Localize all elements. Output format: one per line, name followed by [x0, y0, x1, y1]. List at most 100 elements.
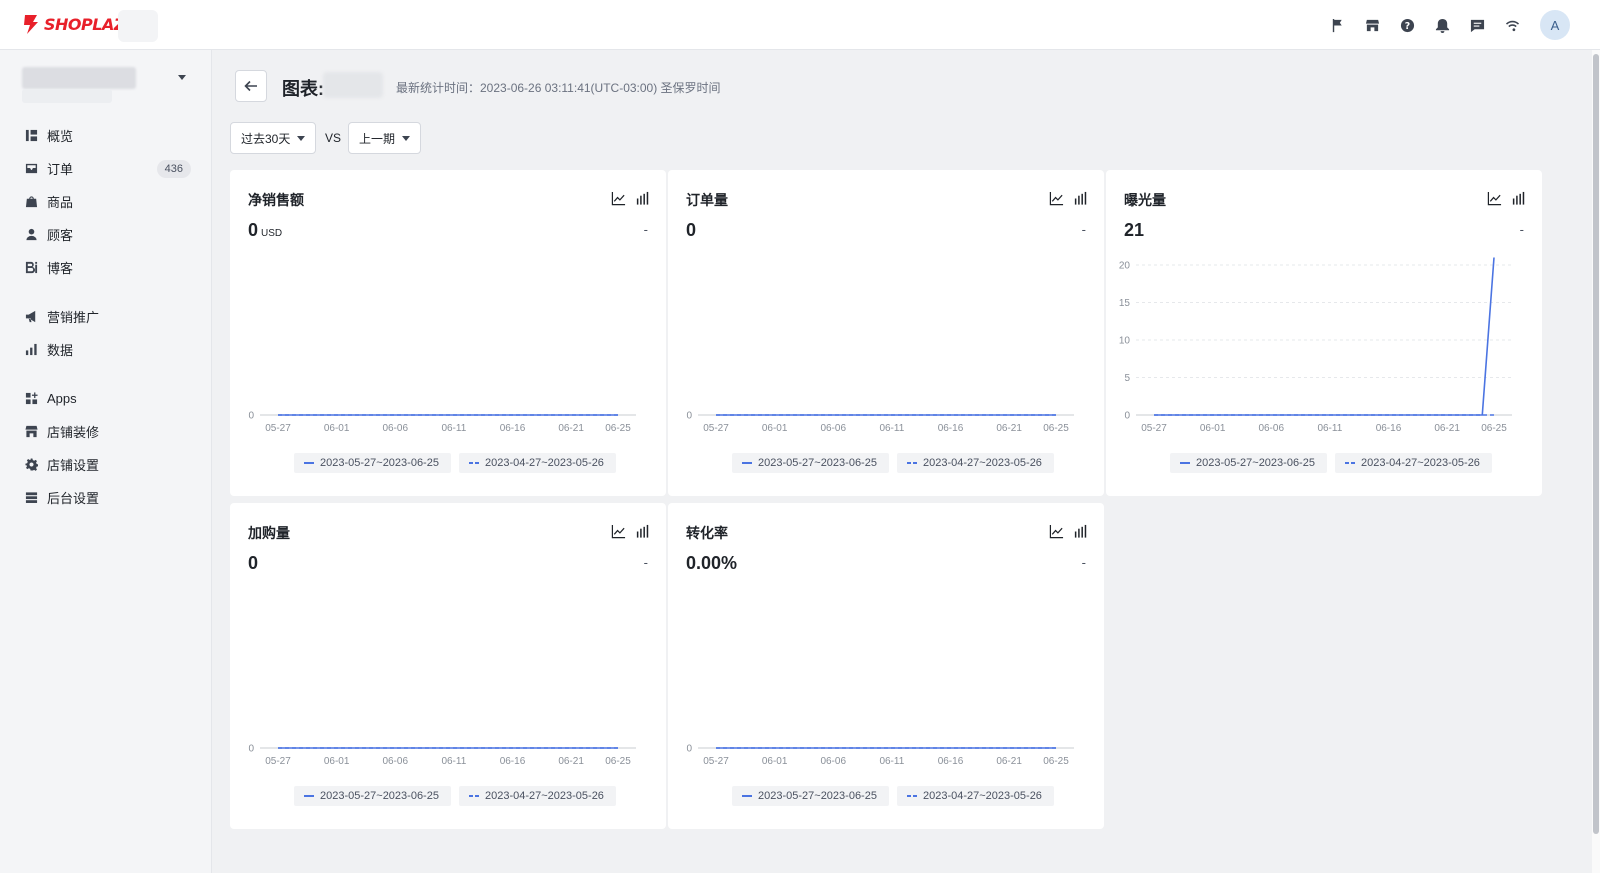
chart-title: 净销售额 [248, 192, 304, 208]
sidebar-item-customers[interactable]: 顾客 [0, 218, 212, 251]
legend-item-previous[interactable]: 2023-04-27~2023-05-26 [458, 453, 616, 473]
line-chart: 0 5 10 15 20 05-27 06-01 06-06 06-11 06-16 06-21 06… [1119, 257, 1512, 434]
x-tick-label: 06-06 [1258, 423, 1284, 434]
sidebar-item-orders[interactable]: 订单 436 [0, 152, 212, 185]
x-tick-label: 06-11 [879, 756, 904, 767]
legend-label: 2023-05-27~2023-06-25 [320, 790, 439, 802]
x-tick-label: 06-01 [762, 423, 788, 434]
legend-item-previous[interactable]: 2023-04-27~2023-05-26 [1334, 453, 1492, 473]
x-tick-label: 06-01 [324, 423, 350, 434]
x-tick-label: 06-06 [820, 423, 846, 434]
line-chart-icon[interactable] [1048, 523, 1064, 539]
line-chart-icon[interactable] [610, 523, 626, 539]
sidebar-item-products[interactable]: 商品 [0, 185, 212, 218]
sidebar-item-admin-settings[interactable]: 后台设置 [0, 481, 212, 514]
legend-solid-swatch [742, 462, 752, 464]
store-selector[interactable] [22, 67, 192, 107]
wifi-icon[interactable] [1495, 9, 1530, 41]
bar-chart-icon[interactable] [1072, 523, 1088, 539]
sidebar-item-overview[interactable]: 概览 [0, 119, 212, 152]
avatar[interactable]: A [1540, 10, 1570, 40]
sidebar-item-settings[interactable]: 店铺设置 [0, 448, 212, 481]
bar-chart-icon[interactable] [634, 523, 650, 539]
sidebar-item-label: 营销推广 [47, 310, 100, 325]
chart-card-conversion-rate: 转化率 0.00% - 0 05-27 06-01 06-06 06-11 06-16 06-21… [668, 503, 1104, 829]
y-tick-label: 0 [1124, 411, 1130, 422]
legend-label: 2023-04-27~2023-05-26 [922, 790, 1042, 802]
x-tick-label: 06-25 [1043, 756, 1069, 767]
legend-solid-swatch [304, 462, 314, 464]
x-tick-label: 06-21 [996, 756, 1022, 767]
legend-dashed-swatch [468, 795, 479, 797]
sidebar-item-apps[interactable]: Apps [0, 382, 212, 415]
bar-chart-icon[interactable] [1072, 190, 1088, 206]
back-button[interactable] [235, 70, 267, 102]
flag-icon[interactable] [1320, 9, 1355, 41]
metric-number: 21 [1124, 220, 1145, 240]
settings-icon [24, 458, 38, 472]
bar-chart-icon[interactable] [1510, 190, 1526, 206]
series-line-current[interactable] [1154, 257, 1495, 416]
chart-type-toggle [610, 190, 650, 206]
x-tick-label: 06-01 [762, 756, 788, 767]
overview-icon [24, 129, 38, 143]
x-tick-label: 06-01 [324, 756, 350, 767]
sidebar-item-label: Apps [47, 391, 77, 406]
help-icon[interactable]: ? [1390, 9, 1425, 41]
x-tick-label: 06-21 [558, 423, 584, 434]
compare-period-select[interactable]: 上一期 [348, 122, 422, 154]
legend-item-current[interactable]: 2023-05-27~2023-06-25 [294, 453, 451, 473]
redacted-area [118, 10, 158, 42]
sidebar-item-label: 博客 [47, 261, 74, 276]
legend-item-current[interactable]: 2023-05-27~2023-06-25 [732, 786, 889, 806]
top-icons: ? A [1320, 9, 1570, 41]
sidebar-item-analytics[interactable]: 数据 [0, 333, 212, 366]
sidebar-nav: 概览 订单 436 商品 顾客 博客 营销推广 数据 Apps 店铺装修 店铺设… [0, 119, 212, 514]
admin-settings-icon [24, 491, 38, 505]
legend-item-current[interactable]: 2023-05-27~2023-06-25 [732, 453, 889, 473]
sidebar-item-blog[interactable]: 博客 [0, 251, 212, 284]
orders-count-badge: 436 [156, 160, 191, 178]
legend-item-previous[interactable]: 2023-04-27~2023-05-26 [896, 786, 1054, 806]
chart-title: 订单量 [686, 192, 728, 208]
line-chart-icon[interactable] [1048, 190, 1064, 206]
x-tick-label: 06-25 [1481, 423, 1507, 434]
scrollbar-thumb[interactable] [1593, 54, 1599, 834]
y-tick-label: 0 [248, 411, 254, 422]
legend-item-current[interactable]: 2023-05-27~2023-06-25 [1170, 453, 1327, 473]
metric-number: 0 [686, 220, 697, 240]
legend-item-previous[interactable]: 2023-04-27~2023-05-26 [458, 786, 616, 806]
storefront-icon [24, 425, 38, 439]
chart-card-impressions: 曝光量 21-0 5 10 15 20 05-27 06-01 06-06 06-11 06-16 0… [1106, 170, 1542, 496]
y-tick-label: 0 [686, 744, 692, 755]
sidebar-item-marketing[interactable]: 营销推广 [0, 300, 212, 333]
line-chart-icon[interactable] [610, 190, 626, 206]
store-icon[interactable] [1355, 9, 1390, 41]
metric-value: 0 [686, 220, 696, 241]
chart-card-add-to-cart: 加购量 0 - 0 05-27 06-01 06-06 06-11 06-16 06-21 06-2… [230, 503, 666, 829]
orders-icon [24, 162, 38, 176]
legend-dashed-swatch [906, 462, 917, 464]
sidebar-item-label: 店铺设置 [47, 458, 100, 473]
date-range-select[interactable]: 过去30天 [230, 122, 317, 154]
chart-legend: 2023-05-27~2023-06-25 2023-04-27~2023-05-… [732, 786, 1054, 806]
x-tick-label: 06-11 [879, 423, 904, 434]
sidebar-item-storefront[interactable]: 店铺装修 [0, 415, 212, 448]
vs-label: VS [325, 131, 342, 145]
y-tick-label: 5 [1124, 373, 1130, 384]
y-tick-label: 15 [1119, 298, 1131, 309]
x-tick-label: 06-11 [1317, 423, 1342, 434]
bar-chart-icon[interactable] [634, 190, 650, 206]
line-chart-icon[interactable] [1486, 190, 1502, 206]
bell-icon[interactable] [1425, 9, 1460, 41]
y-tick-label: 20 [1119, 261, 1131, 272]
x-tick-label: 06-21 [558, 756, 584, 767]
x-tick-label: 06-21 [996, 423, 1022, 434]
line-chart: 0 05-27 06-01 06-06 06-11 06-16 06-21 06-25 [248, 411, 636, 434]
legend-item-current[interactable]: 2023-05-27~2023-06-25 [294, 786, 451, 806]
chevron-down-icon [297, 135, 306, 141]
chat-icon[interactable] [1460, 9, 1495, 41]
y-tick-label: 0 [686, 411, 692, 422]
legend-item-previous[interactable]: 2023-04-27~2023-05-26 [896, 453, 1054, 473]
chart-legend: 2023-05-27~2023-06-25 2023-04-27~2023-05-… [294, 453, 616, 473]
